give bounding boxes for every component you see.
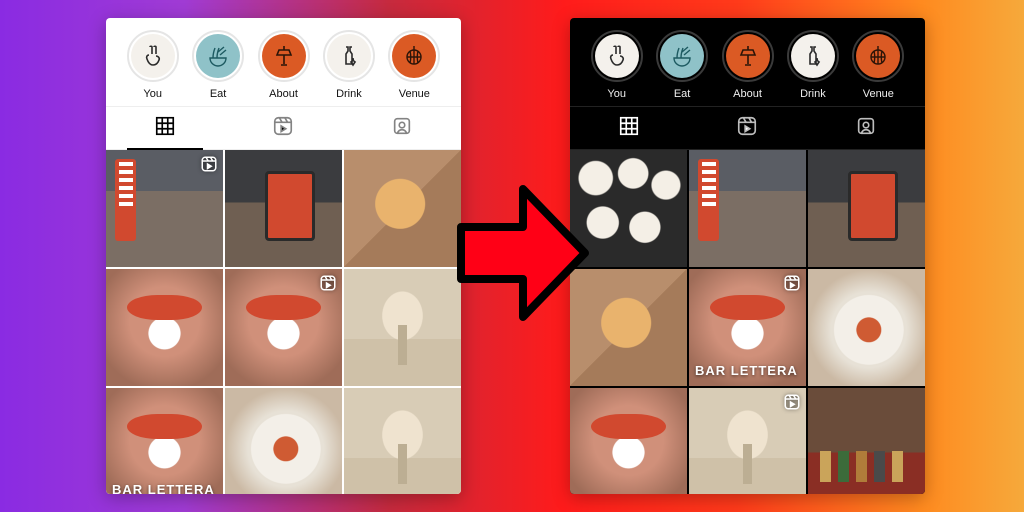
post-caption-overlay: BAR LETTERA bbox=[695, 363, 798, 378]
highlight-label: About bbox=[733, 88, 762, 100]
highlight-drink[interactable]: Drink bbox=[316, 30, 381, 100]
post-thumbnail[interactable] bbox=[106, 150, 223, 267]
highlight-you[interactable]: You bbox=[120, 30, 185, 100]
bottle-icon bbox=[327, 34, 371, 78]
post-thumbnail[interactable]: BAR LETTERA bbox=[106, 388, 223, 494]
disco-icon bbox=[392, 34, 436, 78]
highlight-you[interactable]: You bbox=[584, 30, 649, 100]
highlight-label: Drink bbox=[800, 88, 826, 100]
tab-tagged[interactable] bbox=[343, 107, 461, 149]
tab-reels[interactable] bbox=[224, 107, 342, 149]
post-thumbnail[interactable] bbox=[689, 388, 806, 494]
highlight-label: Venue bbox=[863, 88, 894, 100]
tab-grid[interactable] bbox=[570, 107, 688, 149]
highlight-label: About bbox=[269, 88, 298, 100]
highlight-label: Drink bbox=[336, 88, 362, 100]
post-thumbnail[interactable] bbox=[570, 150, 687, 267]
profile-dark-mode: You Eat About Drink Venue BAR LETTERA bbox=[570, 18, 925, 494]
tab-reels[interactable] bbox=[688, 107, 806, 149]
post-thumbnail[interactable] bbox=[225, 269, 342, 386]
profile-light-mode: You Eat About Drink Venue BAR LETTERA bbox=[106, 18, 461, 494]
post-thumbnail[interactable] bbox=[808, 388, 925, 494]
peace-icon bbox=[131, 34, 175, 78]
highlight-about[interactable]: About bbox=[715, 30, 780, 100]
highlight-label: Eat bbox=[210, 88, 227, 100]
highlight-venue[interactable]: Venue bbox=[382, 30, 447, 100]
reel-badge-icon bbox=[783, 393, 801, 416]
disco-icon bbox=[856, 34, 900, 78]
tab-grid[interactable] bbox=[106, 107, 224, 149]
grid-icon bbox=[154, 115, 176, 142]
reels-icon bbox=[272, 115, 294, 142]
post-thumbnail[interactable] bbox=[808, 269, 925, 386]
posts-grid: BAR LETTERA bbox=[106, 150, 461, 494]
profile-tabs bbox=[570, 106, 925, 150]
noodles-icon bbox=[196, 34, 240, 78]
highlight-eat[interactable]: Eat bbox=[649, 30, 714, 100]
reels-icon bbox=[736, 115, 758, 142]
post-caption-overlay: BAR LETTERA bbox=[112, 482, 215, 494]
post-thumbnail[interactable] bbox=[570, 269, 687, 386]
highlight-eat[interactable]: Eat bbox=[185, 30, 250, 100]
post-thumbnail[interactable] bbox=[344, 388, 461, 494]
highlight-label: Venue bbox=[399, 88, 430, 100]
story-highlights-row: You Eat About Drink Venue bbox=[570, 18, 925, 106]
highlight-venue[interactable]: Venue bbox=[846, 30, 911, 100]
bottle-icon bbox=[791, 34, 835, 78]
post-thumbnail[interactable] bbox=[225, 388, 342, 494]
tagged-icon bbox=[391, 115, 413, 142]
post-thumbnail[interactable] bbox=[689, 150, 806, 267]
post-thumbnail[interactable]: BAR LETTERA bbox=[689, 269, 806, 386]
tab-tagged[interactable] bbox=[807, 107, 925, 149]
peace-icon bbox=[595, 34, 639, 78]
posts-grid: BAR LETTERA bbox=[570, 150, 925, 494]
highlight-about[interactable]: About bbox=[251, 30, 316, 100]
post-thumbnail[interactable] bbox=[225, 150, 342, 267]
reel-badge-icon bbox=[319, 274, 337, 297]
post-thumbnail[interactable] bbox=[570, 388, 687, 494]
lamp-icon bbox=[262, 34, 306, 78]
highlight-label: You bbox=[607, 88, 626, 100]
post-thumbnail[interactable] bbox=[106, 269, 223, 386]
highlight-drink[interactable]: Drink bbox=[780, 30, 845, 100]
comparison-stage: You Eat About Drink Venue BAR LETTERA You Eat… bbox=[0, 0, 1024, 512]
grid-icon bbox=[618, 115, 640, 142]
post-thumbnail[interactable] bbox=[344, 269, 461, 386]
highlight-label: You bbox=[143, 88, 162, 100]
post-thumbnail[interactable] bbox=[344, 150, 461, 267]
reel-badge-icon bbox=[783, 274, 801, 297]
post-thumbnail[interactable] bbox=[808, 150, 925, 267]
story-highlights-row: You Eat About Drink Venue bbox=[106, 18, 461, 106]
reel-badge-icon bbox=[200, 155, 218, 178]
lamp-icon bbox=[726, 34, 770, 78]
noodles-icon bbox=[660, 34, 704, 78]
profile-tabs bbox=[106, 106, 461, 150]
highlight-label: Eat bbox=[674, 88, 691, 100]
tagged-icon bbox=[855, 115, 877, 142]
